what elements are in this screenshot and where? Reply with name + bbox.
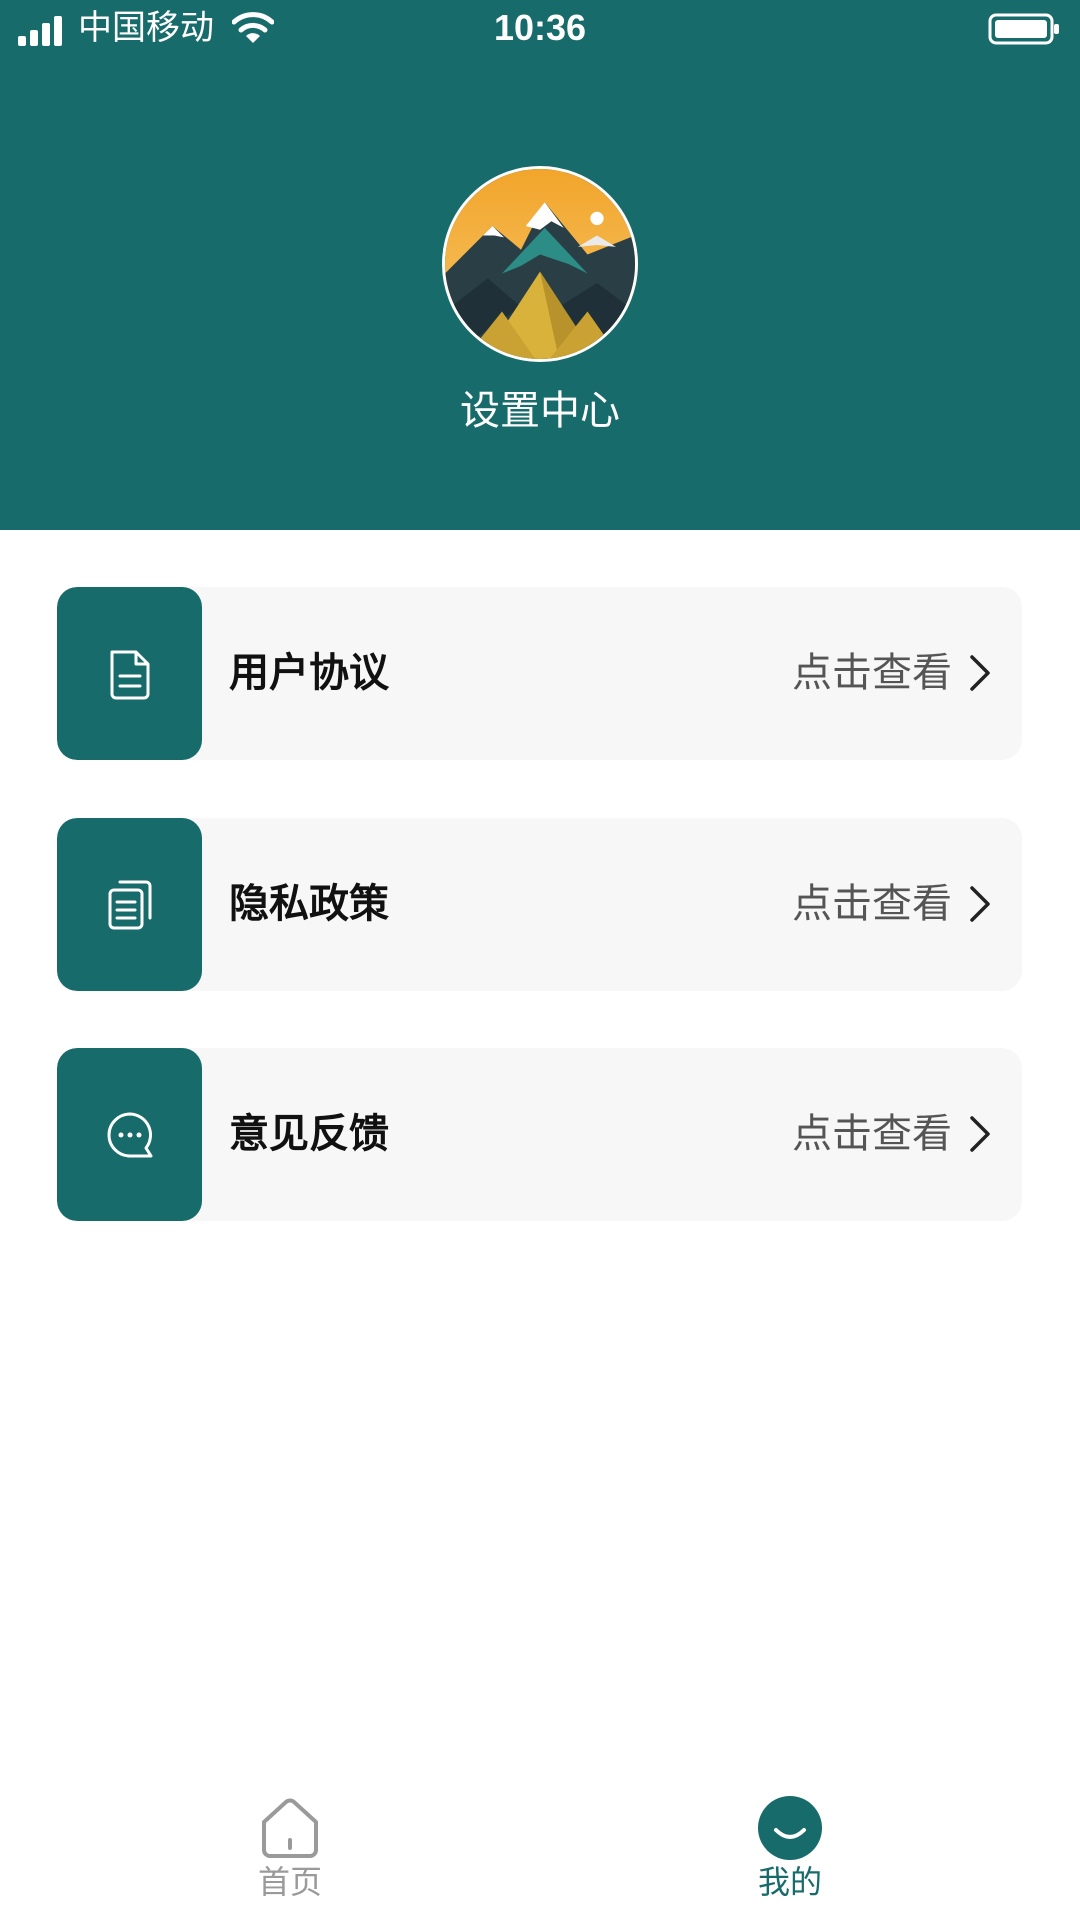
chevron-right-icon xyxy=(970,655,990,691)
tab-label: 首页 xyxy=(257,1863,322,1901)
status-time: 10:36 xyxy=(493,7,587,48)
chevron-right-icon xyxy=(970,886,990,922)
header: 中国移动 10:36 设置中心 xyxy=(0,0,1080,530)
menu-item-user-agreement[interactable]: 用户协议 点击查看 xyxy=(57,587,1022,760)
mountain-logo-icon xyxy=(445,169,635,359)
menu-item-label: 用户协议 xyxy=(229,650,389,696)
tab-bar: 首页 我的 xyxy=(0,1780,1080,1920)
menu-item-action: 点击查看 xyxy=(792,1111,952,1157)
menu-item-action: 点击查看 xyxy=(792,650,952,696)
page-title: 设置中心 xyxy=(460,388,620,434)
battery-icon xyxy=(988,13,1059,45)
menu-icon-box xyxy=(57,587,202,760)
status-bar: 中国移动 10:36 xyxy=(0,0,1080,58)
tab-label: 我的 xyxy=(757,1863,822,1901)
documents-stack-icon xyxy=(108,880,151,929)
menu-item-feedback[interactable]: 意见反馈 点击查看 xyxy=(57,1048,1022,1221)
menu-icon-box xyxy=(57,1048,202,1221)
menu-item-action: 点击查看 xyxy=(792,881,952,927)
chat-bubble-icon xyxy=(107,1112,152,1157)
menu-item-privacy-policy[interactable]: 隐私政策 点击查看 xyxy=(57,818,1022,991)
document-icon xyxy=(110,650,149,699)
menu-icon-box xyxy=(57,818,202,991)
avatar xyxy=(442,166,638,362)
menu-item-label: 意见反馈 xyxy=(229,1111,389,1157)
home-icon xyxy=(262,1798,318,1858)
smile-icon xyxy=(758,1796,822,1860)
tab-home[interactable]: 首页 xyxy=(190,1780,390,1920)
menu-item-label: 隐私政策 xyxy=(229,881,389,927)
tab-mine[interactable]: 我的 xyxy=(690,1780,890,1920)
chevron-right-icon xyxy=(970,1116,990,1152)
